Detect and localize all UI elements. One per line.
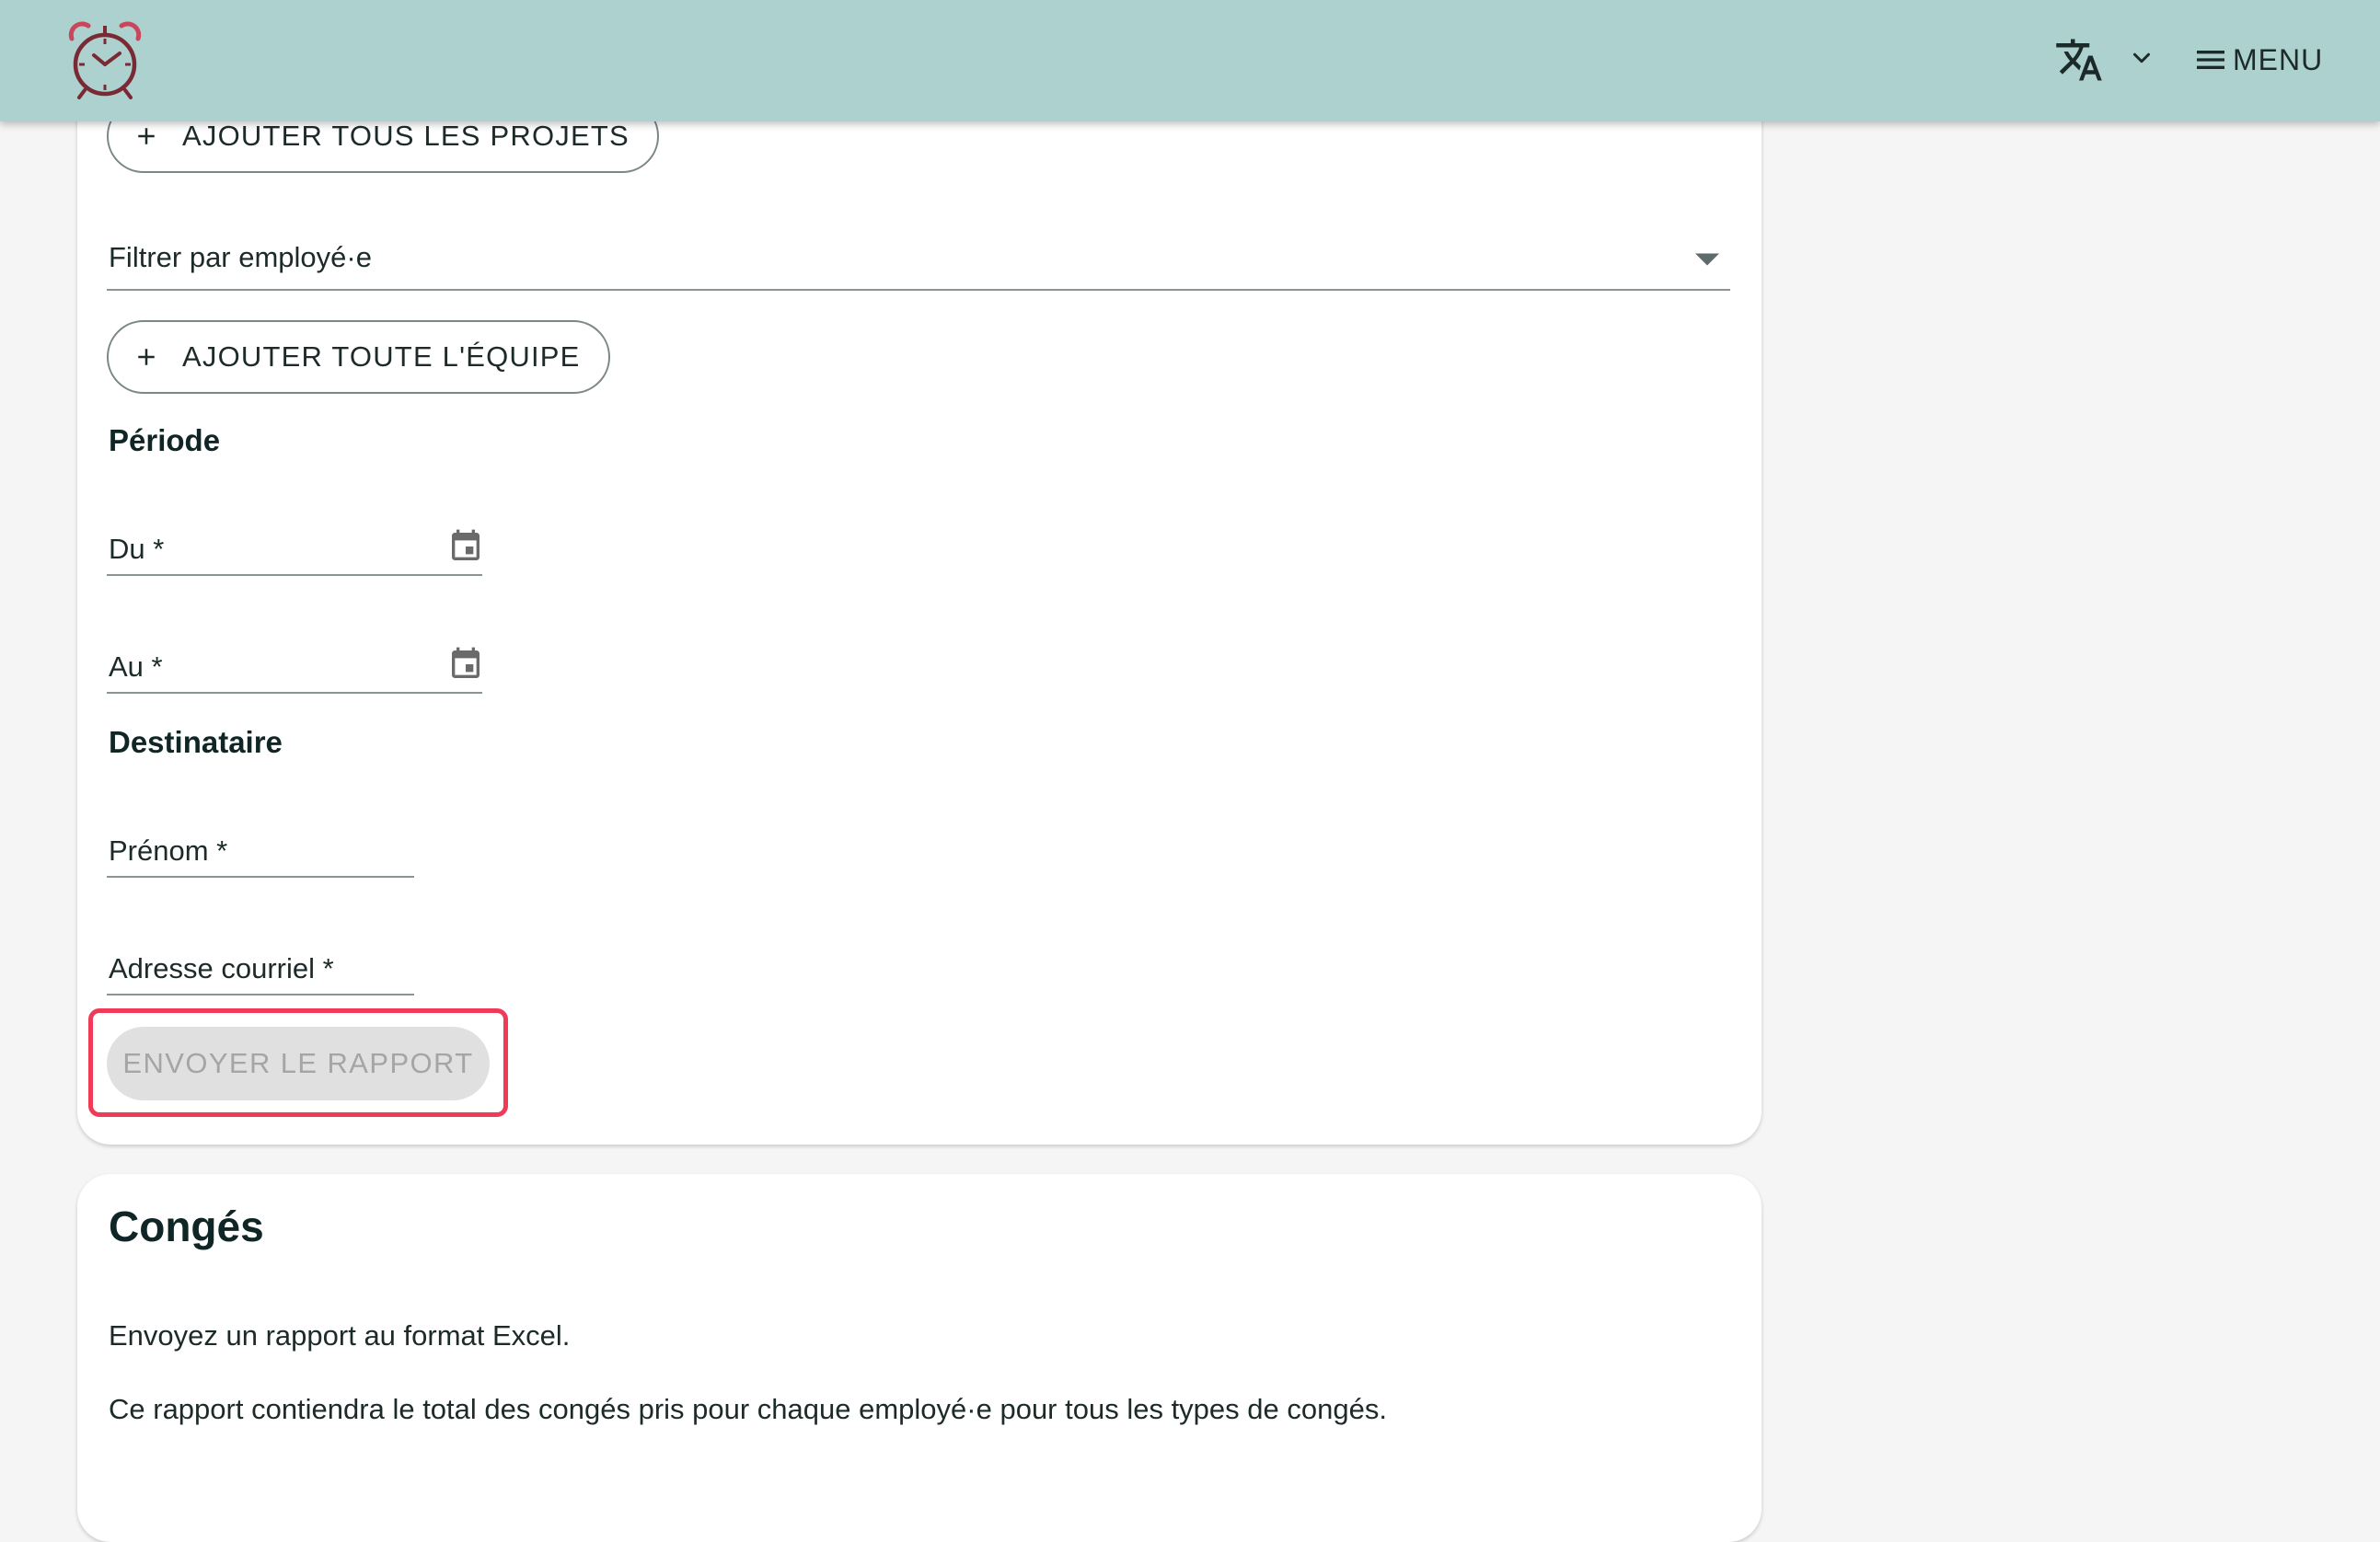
chevron-down-icon[interactable] — [2128, 44, 2155, 72]
employee-filter-label: Filtrer par employé·e — [109, 241, 372, 273]
calendar-icon[interactable] — [447, 644, 484, 685]
first-name-field[interactable] — [107, 819, 414, 878]
add-whole-team-button[interactable]: AJOUTER TOUTE L'ÉQUIPE — [107, 320, 610, 394]
email-field[interactable] — [107, 937, 414, 995]
send-report-button[interactable]: ENVOYER LE RAPPORT — [107, 1027, 490, 1100]
date-from-input[interactable] — [107, 517, 482, 574]
date-to-field[interactable] — [107, 635, 482, 694]
email-input[interactable] — [107, 937, 414, 994]
dropdown-arrow-icon — [1695, 253, 1719, 266]
leave-card-description-1: Envoyez un rapport au format Excel. — [109, 1319, 571, 1352]
leave-card-title: Congés — [109, 1203, 264, 1250]
add-all-projects-label: AJOUTER TOUS LES PROJETS — [182, 120, 630, 152]
hamburger-icon — [2197, 51, 2224, 69]
menu-label: MENU — [2233, 42, 2324, 76]
recipient-heading: Destinataire — [109, 725, 283, 759]
app-bar: MENU — [0, 0, 2380, 121]
translate-icon[interactable] — [2054, 35, 2104, 85]
date-to-input[interactable] — [107, 635, 482, 692]
employee-filter-select[interactable]: Filtrer par employé·e — [107, 230, 1730, 291]
plus-icon — [138, 349, 155, 365]
menu-button[interactable]: MENU — [2190, 33, 2323, 86]
plus-icon — [138, 128, 155, 144]
leave-report-card — [77, 1174, 1762, 1542]
add-whole-team-label: AJOUTER TOUTE L'ÉQUIPE — [182, 340, 581, 373]
first-name-input[interactable] — [107, 819, 414, 876]
date-from-field[interactable] — [107, 517, 482, 576]
calendar-icon[interactable] — [447, 526, 484, 567]
leave-card-description-2: Ce rapport contiendra le total des congé… — [109, 1393, 1387, 1425]
alarm-clock-icon[interactable] — [66, 18, 144, 101]
period-heading: Période — [109, 423, 221, 457]
send-report-label: ENVOYER LE RAPPORT — [122, 1047, 474, 1079]
